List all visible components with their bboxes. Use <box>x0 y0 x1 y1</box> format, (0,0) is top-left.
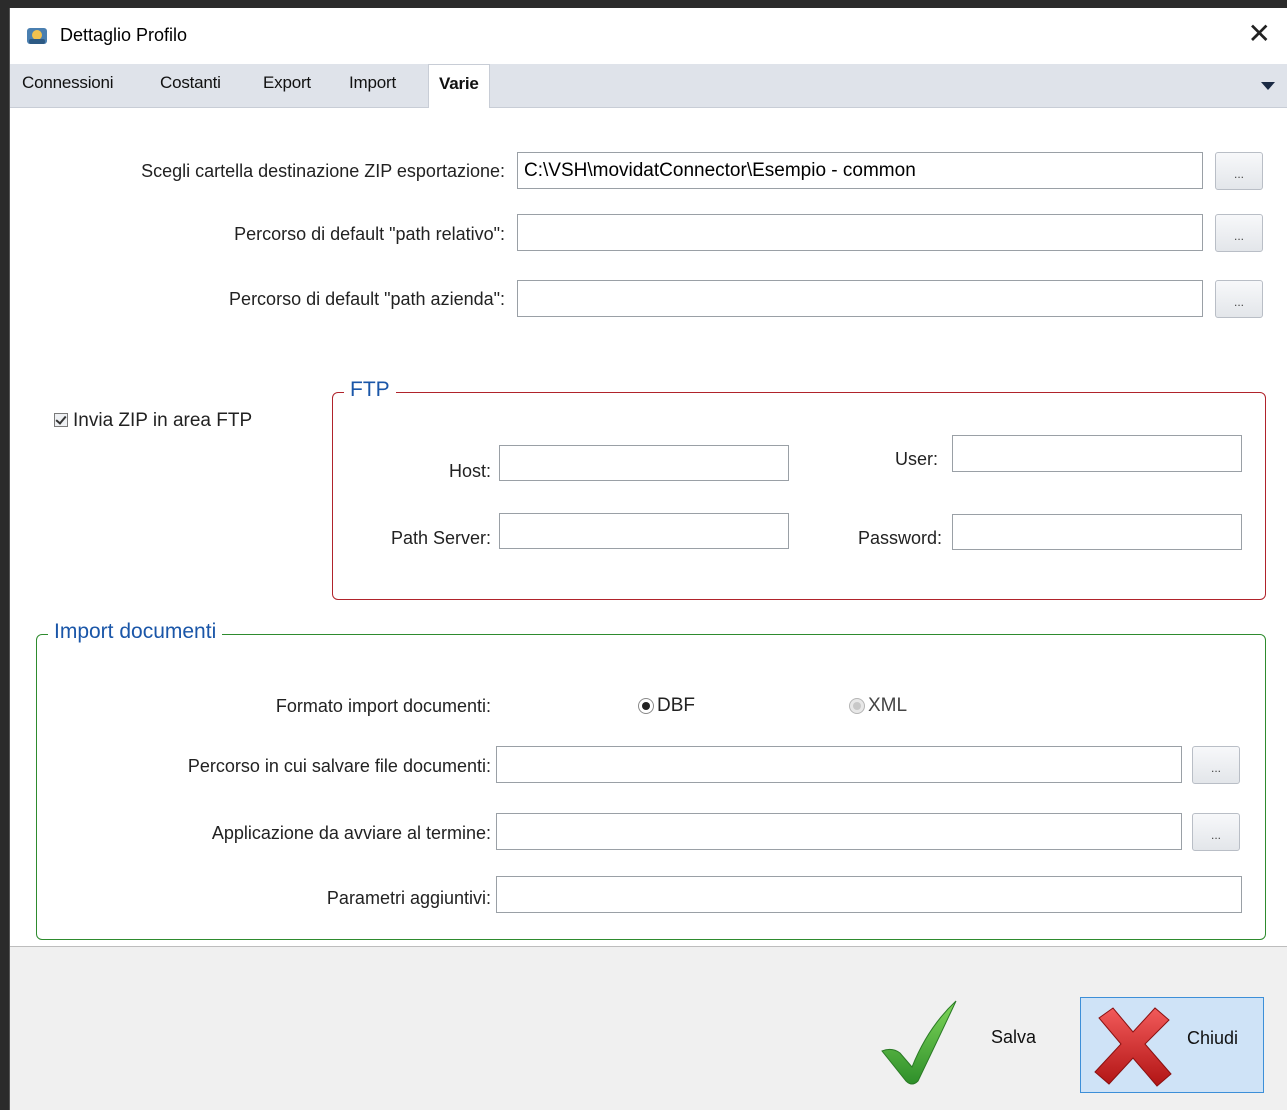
ftp-user-label: User: <box>894 449 938 469</box>
ftp-password-label: Password: <box>857 528 942 548</box>
tab-overflow-dropdown-icon[interactable] <box>1261 82 1275 90</box>
window-title: Dettaglio Profilo <box>60 25 188 45</box>
send-zip-ftp-checkbox[interactable]: Invia ZIP in area FTP <box>54 410 252 432</box>
ftp-path-server-label: Path Server: <box>390 528 491 548</box>
company-path-label: Percorso di default "path azienda": <box>229 289 505 309</box>
xml-radio[interactable] <box>849 698 865 714</box>
ftp-host-input[interactable] <box>499 445 789 481</box>
tab-strip: Connessioni Costanti Export Import Varie <box>10 64 1287 109</box>
app-icon <box>27 28 47 44</box>
varie-panel: Scegli cartella destinazione ZIP esporta… <box>10 108 1287 946</box>
relative-path-label: Percorso di default "path relativo": <box>234 224 505 244</box>
relative-path-browse-button[interactable]: ... <box>1215 214 1263 252</box>
ftp-group <box>332 392 1266 600</box>
zip-folder-browse-button[interactable]: ... <box>1215 152 1263 190</box>
title-bar: Dettaglio Profilo ✕ <box>10 8 1287 62</box>
dbf-radio-label[interactable]: DBF <box>657 695 695 717</box>
checkbox-checked-icon[interactable] <box>54 413 68 427</box>
extra-params-input[interactable] <box>496 876 1242 913</box>
import-documents-legend: Import documenti <box>48 620 223 644</box>
footer-bar: Salva Chiudi <box>10 946 1287 1110</box>
xml-radio-label[interactable]: XML <box>868 695 907 717</box>
close-button-label: Chiudi <box>1187 1028 1239 1048</box>
close-button[interactable]: Chiudi <box>1080 997 1264 1093</box>
zip-folder-input[interactable] <box>517 152 1203 189</box>
send-zip-ftp-label: Invia ZIP in area FTP <box>73 410 253 431</box>
extra-params-label: Parametri aggiuntivi: <box>326 888 491 908</box>
close-window-icon[interactable]: ✕ <box>1248 20 1271 48</box>
save-button[interactable]: Salva <box>872 997 1062 1093</box>
save-documents-path-input[interactable] <box>496 746 1182 783</box>
tab-varie[interactable]: Varie <box>428 64 490 109</box>
checkmark-icon <box>881 1000 957 1085</box>
zip-folder-label: Scegli cartella destinazione ZIP esporta… <box>141 161 505 181</box>
save-button-label: Salva <box>991 1027 1037 1047</box>
tab-export[interactable]: Export <box>263 73 311 93</box>
ftp-path-server-input[interactable] <box>499 513 789 549</box>
ftp-password-input[interactable] <box>952 514 1242 550</box>
launch-app-browse-button[interactable]: ... <box>1192 813 1240 851</box>
tab-connessioni[interactable]: Connessioni <box>22 73 114 93</box>
import-format-label: Formato import documenti: <box>275 696 491 716</box>
save-documents-path-label: Percorso in cui salvare file documenti: <box>187 756 491 776</box>
company-path-browse-button[interactable]: ... <box>1215 280 1263 318</box>
dbf-radio[interactable] <box>638 698 654 714</box>
ftp-user-input[interactable] <box>952 435 1242 472</box>
profile-detail-window: Dettaglio Profilo ✕ Connessioni Costanti… <box>9 8 1287 1110</box>
launch-app-label: Applicazione da avviare al termine: <box>211 823 491 843</box>
ftp-host-label: Host: <box>448 461 491 481</box>
company-path-input[interactable] <box>517 280 1203 317</box>
save-documents-path-browse-button[interactable]: ... <box>1192 746 1240 784</box>
red-x-icon <box>1094 1007 1172 1087</box>
launch-app-input[interactable] <box>496 813 1182 850</box>
tab-import[interactable]: Import <box>349 73 396 93</box>
ftp-group-legend: FTP <box>344 378 396 402</box>
tab-costanti[interactable]: Costanti <box>160 73 221 93</box>
relative-path-input[interactable] <box>517 214 1203 251</box>
